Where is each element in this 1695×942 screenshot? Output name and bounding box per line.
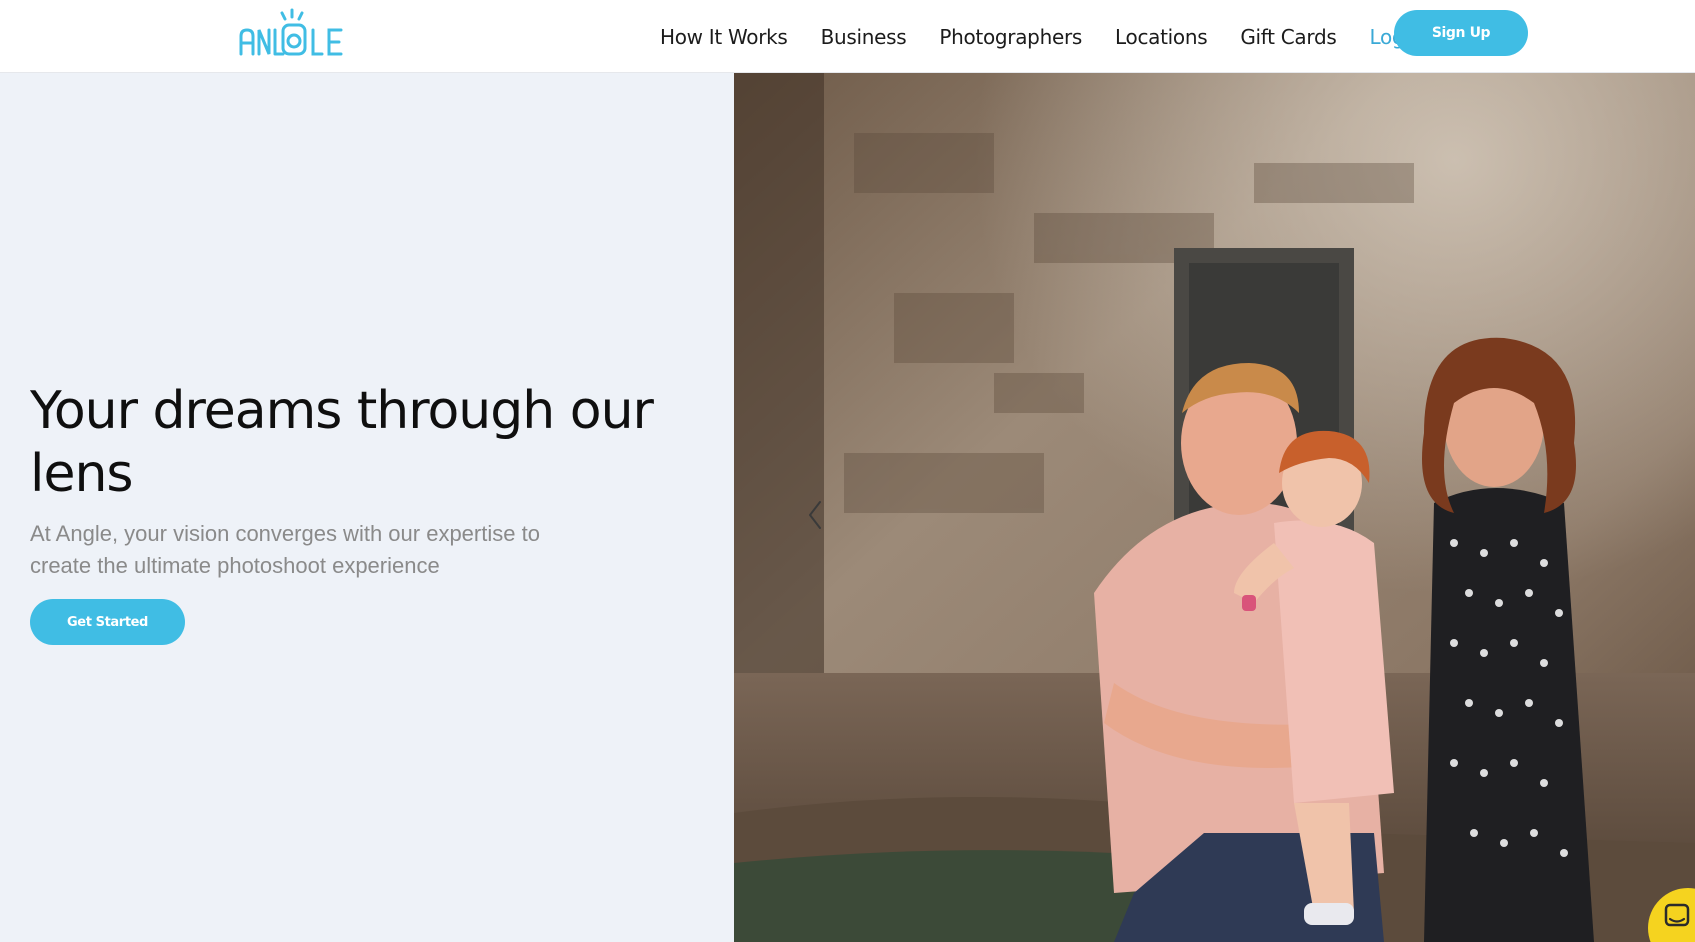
chevron-left-icon[interactable] [800, 498, 830, 532]
nav-gift-cards[interactable]: Gift Cards [1240, 25, 1336, 49]
get-started-button[interactable]: Get Started [30, 599, 185, 645]
angle-logo[interactable] [238, 8, 346, 58]
main-nav: How It Works Business Photographers Loca… [660, 0, 1461, 73]
nav-how-it-works[interactable]: How It Works [660, 25, 788, 49]
family-photo-image [734, 73, 1695, 942]
chat-icon [1664, 903, 1690, 927]
nav-locations[interactable]: Locations [1115, 25, 1208, 49]
hero-title: Your dreams through our lens [30, 381, 654, 504]
signup-button[interactable]: Sign Up [1394, 10, 1528, 56]
nav-photographers[interactable]: Photographers [939, 25, 1082, 49]
site-header: How It Works Business Photographers Loca… [0, 0, 1695, 73]
hero-text-panel [0, 73, 734, 942]
nav-business[interactable]: Business [821, 25, 907, 49]
hero-photo [734, 73, 1695, 942]
hero-subtitle: At Angle, your vision converges with our… [30, 521, 540, 578]
